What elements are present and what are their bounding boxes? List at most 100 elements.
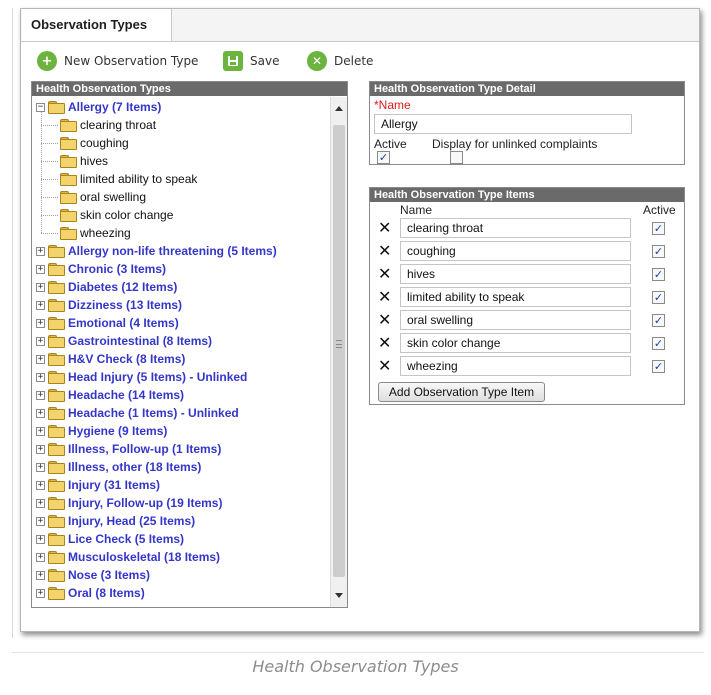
remove-item-x-icon[interactable]: ✕ [378, 266, 391, 282]
tree-child-item[interactable]: clearing throat [41, 116, 156, 134]
tree-group-label: Hygiene (9 Items) [68, 424, 168, 438]
tree-group[interactable]: + Injury, Follow-up (19 Items) [36, 494, 222, 512]
expand-icon[interactable]: + [36, 336, 45, 346]
item-name-input[interactable] [400, 310, 631, 330]
tab-observation-types[interactable]: Observation Types [22, 9, 172, 41]
tree-group[interactable]: + Headache (1 Items) - Unlinked [36, 404, 239, 422]
expand-icon[interactable]: + [36, 570, 45, 580]
tree-group[interactable]: + Injury, Head (25 Items) [36, 512, 195, 530]
tree-group[interactable]: + Chronic (3 Items) [36, 260, 166, 278]
item-name-input[interactable] [400, 264, 631, 284]
folder-icon [60, 191, 77, 204]
expand-icon[interactable]: + [36, 390, 45, 400]
tree-group[interactable]: + Allergy non-life threatening (5 Items) [36, 242, 277, 260]
tree-group[interactable]: + Hygiene (9 Items) [36, 422, 167, 440]
item-active-checkbox[interactable]: ✓ [652, 222, 665, 235]
tree-child-item[interactable]: oral swelling [41, 188, 146, 206]
expand-icon[interactable]: + [36, 462, 45, 472]
item-active-checkbox[interactable]: ✓ [652, 245, 665, 258]
remove-item-x-icon[interactable]: ✕ [378, 358, 391, 374]
expand-icon[interactable]: + [36, 552, 45, 562]
expand-icon[interactable]: + [36, 498, 45, 508]
item-active-checkbox[interactable]: ✓ [652, 291, 665, 304]
item-active-checkbox[interactable]: ✓ [652, 314, 665, 327]
expand-icon[interactable]: + [36, 264, 45, 274]
delete-button[interactable]: ✕ Delete [307, 50, 373, 72]
tree-group[interactable]: + Headache (14 Items) [36, 386, 184, 404]
scroll-up-arrow-icon[interactable] [335, 106, 343, 111]
collapse-icon[interactable]: − [36, 102, 45, 112]
remove-item-x-icon[interactable]: ✕ [378, 243, 391, 259]
tree-group-label: Lice Check (5 Items) [68, 532, 185, 546]
remove-item-x-icon[interactable]: ✕ [378, 220, 391, 236]
expand-icon[interactable]: + [36, 516, 45, 526]
expand-icon[interactable]: + [36, 588, 45, 598]
caption-divider [12, 652, 704, 653]
tree-group[interactable]: + Musculoskeletal (18 Items) [36, 548, 220, 566]
tree-connector [41, 179, 58, 180]
tree-group[interactable]: + Gastrointestinal (8 Items) [36, 332, 212, 350]
folder-icon [60, 137, 77, 150]
item-active-checkbox[interactable]: ✓ [652, 360, 665, 373]
remove-item-x-icon[interactable]: ✕ [378, 335, 391, 351]
scroll-thumb[interactable] [333, 125, 345, 577]
tree-group[interactable]: + Lice Check (5 Items) [36, 530, 184, 548]
tree-group[interactable]: + Emotional (4 Items) [36, 314, 179, 332]
expand-icon[interactable]: + [36, 372, 45, 382]
item-name-input[interactable] [400, 356, 631, 376]
tree-group[interactable]: + Head Injury (5 Items) - Unlinked [36, 368, 247, 386]
item-active-checkbox[interactable]: ✓ [652, 337, 665, 350]
tree-group[interactable]: + Oral (8 Items) [36, 584, 145, 602]
remove-item-x-icon[interactable]: ✕ [378, 312, 391, 328]
folder-icon [48, 245, 65, 258]
name-input[interactable] [374, 114, 632, 134]
expand-icon[interactable]: + [36, 246, 45, 256]
tree-child-item[interactable]: wheezing [41, 224, 131, 242]
observation-type-items-panel: Health Observation Type Items Name Activ… [369, 187, 685, 405]
folder-icon [48, 299, 65, 312]
tree-group[interactable]: + Dizziness (13 Items) [36, 296, 182, 314]
expand-icon[interactable]: + [36, 282, 45, 292]
folder-icon [48, 479, 65, 492]
item-name-input[interactable] [400, 218, 631, 238]
expand-icon[interactable]: + [36, 444, 45, 454]
folder-icon [48, 335, 65, 348]
active-checkbox[interactable]: ✓ [377, 151, 390, 164]
tree-connector [41, 125, 58, 126]
expand-icon[interactable]: + [36, 408, 45, 418]
tree-group[interactable]: + Illness, other (18 Items) [36, 458, 201, 476]
tree-group[interactable]: + Illness, Follow-up (1 Items) [36, 440, 221, 458]
expand-icon[interactable]: + [36, 354, 45, 364]
tab-bar: Observation Types [21, 9, 699, 42]
tree-group[interactable]: + Nose (3 Items) [36, 566, 150, 584]
item-name-input[interactable] [400, 333, 631, 353]
tree-group-label: Chronic (3 Items) [68, 262, 167, 276]
tree-child-item[interactable]: hives [41, 152, 108, 170]
scroll-down-arrow-icon[interactable] [335, 593, 343, 598]
tree-group-allergy[interactable]: − Allergy (7 Items) [36, 98, 161, 116]
folder-icon [60, 155, 77, 168]
expand-icon[interactable]: + [36, 300, 45, 310]
expand-icon[interactable]: + [36, 480, 45, 490]
item-name-input[interactable] [400, 241, 631, 261]
display-unlinked-checkbox[interactable] [450, 151, 463, 164]
item-active-checkbox[interactable]: ✓ [652, 268, 665, 281]
tree-child-item[interactable]: skin color change [41, 206, 173, 224]
expand-icon[interactable]: + [36, 534, 45, 544]
tree-child-item[interactable]: coughing [41, 134, 129, 152]
new-observation-type-button[interactable]: + New Observation Type [37, 50, 198, 72]
tree-child-item[interactable]: limited ability to speak [41, 170, 197, 188]
add-observation-type-item-button[interactable]: Add Observation Type Item [378, 382, 545, 402]
tree-scrollbar[interactable] [330, 97, 347, 607]
folder-icon [48, 569, 65, 582]
tree-group[interactable]: + Injury (31 Items) [36, 476, 160, 494]
tree-group-label: Injury (31 Items) [68, 478, 161, 492]
save-button[interactable]: Save [223, 50, 279, 72]
active-label: Active [374, 137, 407, 151]
expand-icon[interactable]: + [36, 426, 45, 436]
remove-item-x-icon[interactable]: ✕ [378, 289, 391, 305]
tree-group[interactable]: + H&V Check (8 Items) [36, 350, 185, 368]
expand-icon[interactable]: + [36, 318, 45, 328]
item-name-input[interactable] [400, 287, 631, 307]
tree-group[interactable]: + Diabetes (12 Items) [36, 278, 177, 296]
